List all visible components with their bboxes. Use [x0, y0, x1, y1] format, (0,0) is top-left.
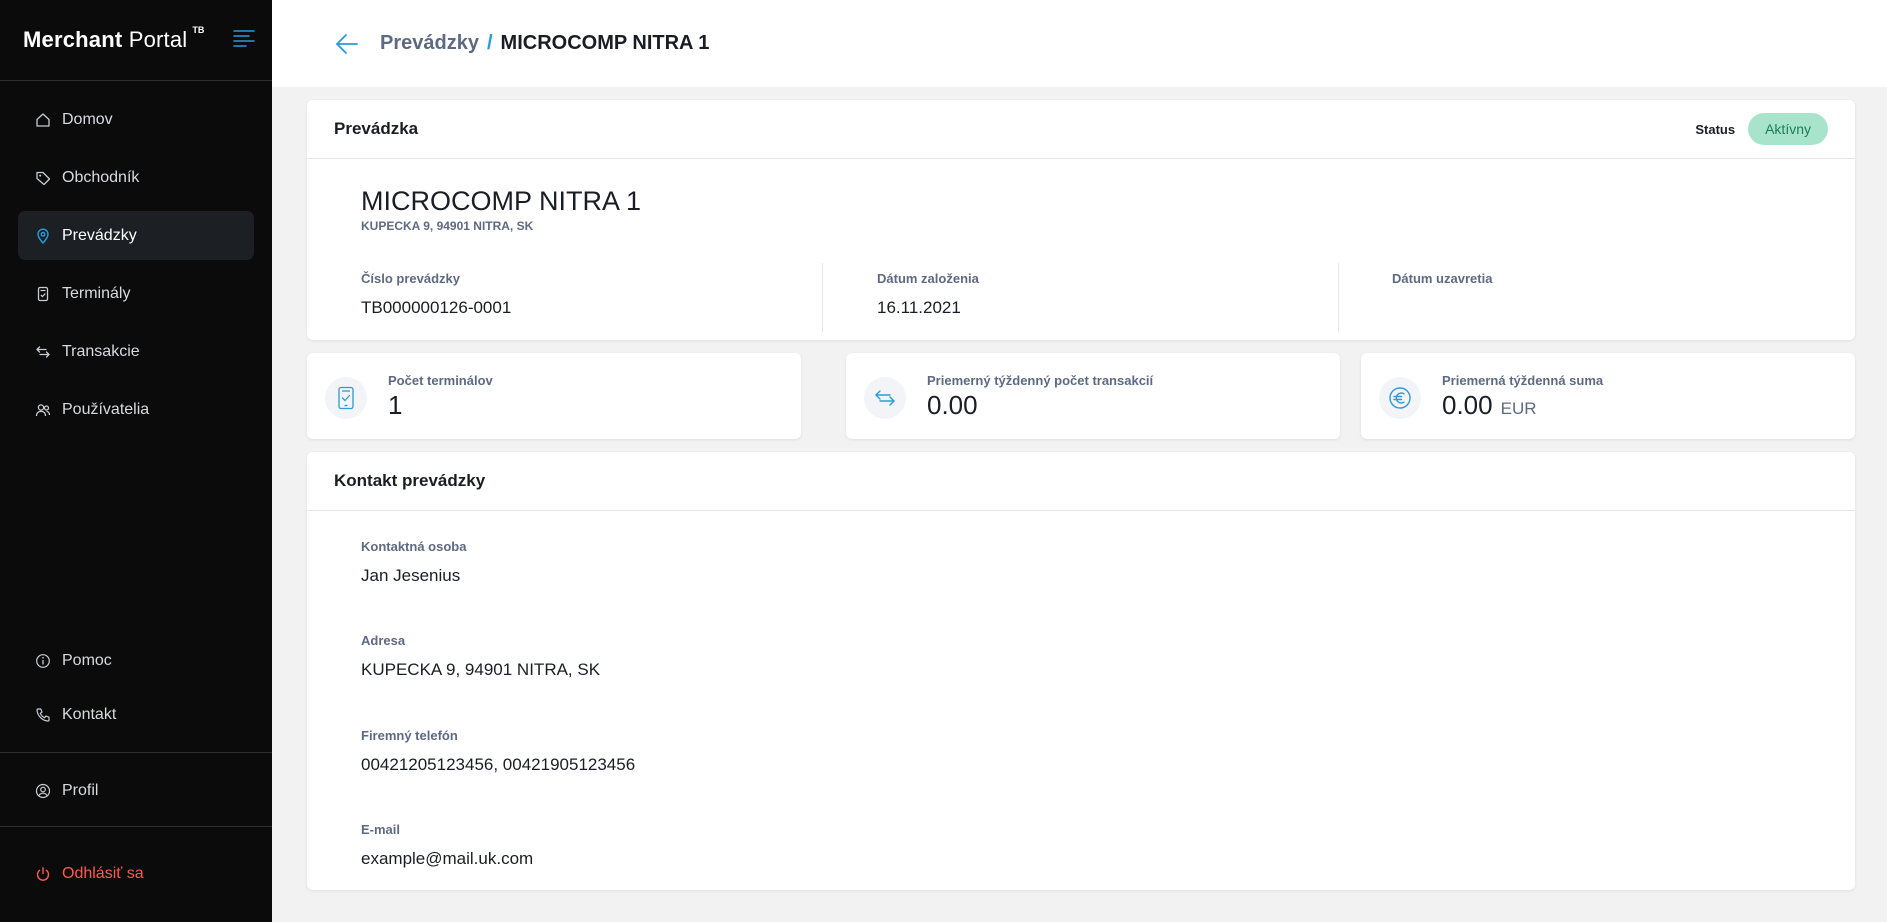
- sidebar-item-label: Pomoc: [62, 651, 112, 669]
- field-label: E-mail: [361, 822, 401, 837]
- status-label: Status: [1695, 121, 1736, 137]
- secondary-nav: Pomoc Kontakt: [0, 636, 272, 744]
- tag-icon: [34, 169, 52, 187]
- card-title: Prevádzka: [334, 119, 419, 138]
- brand: Merchant Portal TB: [0, 0, 272, 81]
- profile-section: Profil: [0, 752, 272, 815]
- stat-label: Priemerný týždenný počet transakcií: [927, 373, 1154, 388]
- sidebar-item-prevadzky[interactable]: Prevádzky: [18, 211, 254, 260]
- page-title: MICROCOMP NITRA 1: [500, 32, 710, 54]
- field-label: Dátum založenia: [877, 271, 979, 286]
- stat-card-terminals: Počet terminálov 1: [307, 353, 801, 439]
- sidebar-item-label: Prevádzky: [62, 226, 137, 244]
- sidebar-item-obchodnik[interactable]: Obchodník: [18, 153, 254, 202]
- stat-label: Priemerná týždenná suma: [1442, 373, 1604, 388]
- location-pin-icon: [34, 227, 52, 245]
- breadcrumb-separator: /: [486, 32, 493, 54]
- user-circle-icon: [34, 782, 52, 800]
- stat-card-transactions: Priemerný týždenný počet transakcií 0.00: [846, 353, 1340, 439]
- stat-number: 0.00: [927, 390, 978, 420]
- back-arrow-icon[interactable]: [334, 31, 360, 57]
- brand-bold: Merchant: [23, 27, 123, 52]
- contact-card-header: Kontakt prevádzky: [307, 452, 1855, 511]
- phone-icon: [34, 706, 52, 724]
- sidebar-item-transakcie[interactable]: Transakcie: [18, 327, 254, 376]
- arrows-exchange-icon: [864, 377, 906, 419]
- sidebar-item-label: Používatelia: [62, 400, 150, 418]
- field-label: Dátum uzavretia: [1392, 271, 1493, 286]
- brand-superscript: TB: [192, 25, 205, 35]
- stat-label: Počet terminálov: [388, 373, 493, 388]
- sidebar-item-label: Obchodník: [62, 168, 140, 186]
- stat-number: 1: [388, 390, 403, 420]
- field-created-date: Dátum založenia 16.11.2021: [877, 263, 1317, 332]
- contact-card: Kontakt prevádzky Kontaktná osoba Jan Je…: [307, 452, 1855, 890]
- stat-value: 0.00: [927, 390, 978, 421]
- field-shop-number: Číslo prevádzky TB000000126-0001: [361, 263, 801, 332]
- sidebar-item-pomoc[interactable]: Pomoc: [18, 636, 254, 685]
- field-label: Firemný telefón: [361, 728, 458, 743]
- field-label: Adresa: [361, 633, 406, 648]
- breadcrumb-parent[interactable]: Prevádzky: [380, 32, 479, 55]
- column-divider: [822, 263, 823, 332]
- shop-name: MICROCOMP NITRA 1: [361, 186, 642, 216]
- field-email: E-mail example@mail.uk.com: [361, 822, 533, 869]
- sidebar-item-domov[interactable]: Domov: [18, 95, 254, 144]
- status-badge: Aktívny: [1748, 113, 1828, 145]
- main-nav: Domov Obchodník Prevádzky Terminály Tran…: [0, 81, 272, 434]
- sidebar-item-label: Kontakt: [62, 705, 117, 723]
- brand-light: Portal: [128, 27, 188, 52]
- info-icon: [34, 652, 52, 670]
- power-icon: [34, 865, 52, 883]
- sidebar-item-label: Terminály: [62, 284, 131, 302]
- menu-toggle-icon[interactable]: [233, 29, 255, 47]
- sidebar: Merchant Portal TB Domov Obchodník Prevá…: [0, 0, 272, 922]
- field-value: TB000000126-0001: [361, 298, 512, 317]
- logout-button[interactable]: Odhlásiť sa: [18, 849, 254, 898]
- logout-section: Odhlásiť sa: [0, 826, 272, 898]
- terminal-check-icon: [325, 377, 367, 419]
- stat-number: 0.00: [1442, 390, 1493, 420]
- field-phone: Firemný telefón 00421205123456, 00421905…: [361, 728, 635, 775]
- field-label: Číslo prevádzky: [361, 271, 460, 286]
- sidebar-item-pouzivatelia[interactable]: Používatelia: [18, 385, 254, 434]
- users-icon: [34, 401, 52, 419]
- status: Status Aktívny: [1695, 113, 1828, 145]
- field-contact-person: Kontaktná osoba Jan Jesenius: [361, 539, 466, 586]
- card-title: Kontakt prevádzky: [334, 471, 486, 490]
- field-value: 16.11.2021: [877, 298, 961, 317]
- sidebar-item-label: Domov: [62, 110, 113, 128]
- sidebar-item-label: Profil: [62, 781, 99, 799]
- shop-card-header: Prevádzka Status Aktívny: [307, 100, 1855, 159]
- column-divider: [1338, 263, 1339, 332]
- stat-value: 0.00 EUR: [1442, 390, 1537, 421]
- stat-unit: EUR: [1500, 399, 1537, 418]
- page-header: Prevádzky / MICROCOMP NITRA 1: [272, 0, 1887, 87]
- field-value: example@mail.uk.com: [361, 849, 534, 868]
- sidebar-item-label: Transakcie: [62, 342, 140, 360]
- field-label: Kontaktná osoba: [361, 539, 467, 554]
- home-icon: [34, 111, 52, 129]
- field-value: Jan Jesenius: [361, 566, 461, 585]
- euro-icon: [1379, 377, 1421, 419]
- sidebar-item-kontakt[interactable]: Kontakt: [18, 690, 254, 739]
- sidebar-item-terminaly[interactable]: Terminály: [18, 269, 254, 318]
- field-value: KUPECKA 9, 94901 NITRA, SK: [361, 660, 601, 679]
- stat-card-sum: Priemerná týždenná suma 0.00 EUR: [1361, 353, 1855, 439]
- terminal-icon: [34, 285, 52, 303]
- field-address: Adresa KUPECKA 9, 94901 NITRA, SK: [361, 633, 600, 680]
- shop-card: Prevádzka Status Aktívny MICROCOMP NITRA…: [307, 100, 1855, 340]
- logout-label: Odhlásiť sa: [62, 864, 144, 882]
- field-closed-date: Dátum uzavretia: [1392, 263, 1832, 332]
- arrows-exchange-icon: [34, 343, 52, 361]
- shop-address: KUPECKA 9, 94901 NITRA, SK: [361, 219, 534, 233]
- stat-value: 1: [388, 390, 402, 421]
- sidebar-item-profil[interactable]: Profil: [18, 766, 254, 815]
- field-value: 00421205123456, 00421905123456: [361, 755, 636, 774]
- brand-logo[interactable]: Merchant Portal: [23, 27, 187, 53]
